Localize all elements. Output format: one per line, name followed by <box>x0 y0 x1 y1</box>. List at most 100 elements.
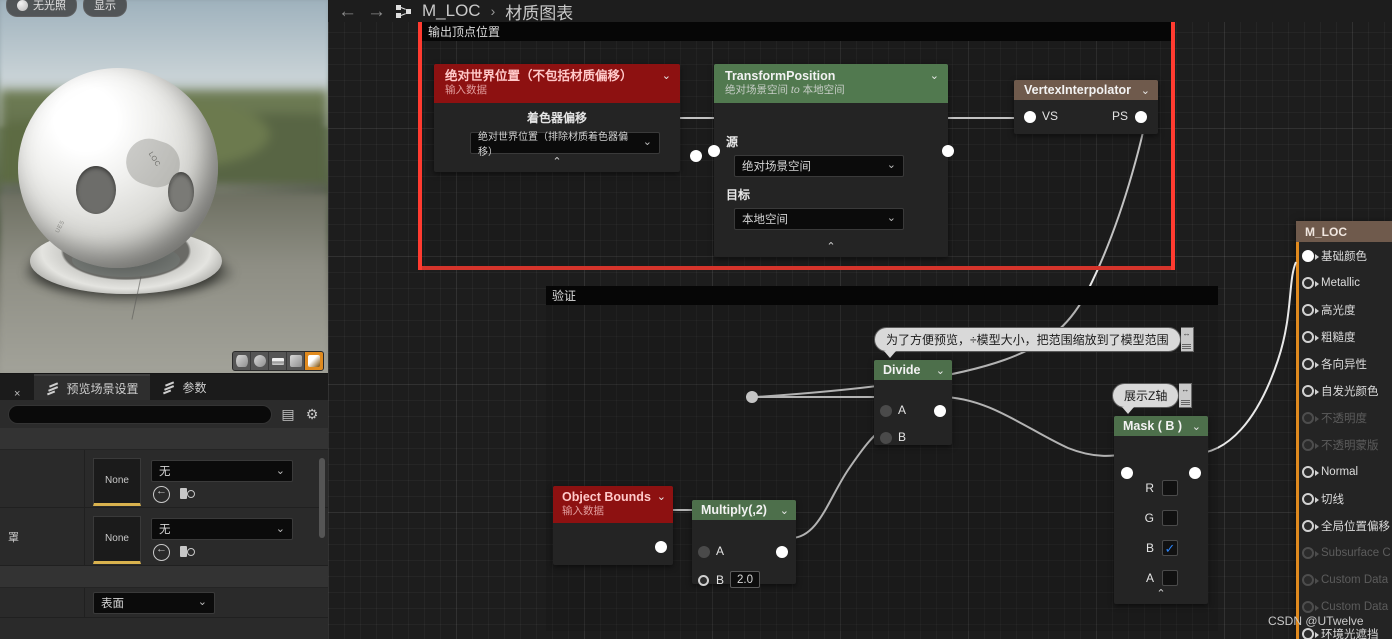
settings-gear-icon[interactable]: ⚙ <box>304 406 320 422</box>
mask-channel-row[interactable]: G <box>1144 510 1178 527</box>
material-node-title[interactable]: M_LOC <box>1296 221 1392 242</box>
viewport-show-button[interactable]: 显示 <box>83 0 127 17</box>
tab-preview-scene-settings[interactable]: 预览场景设置 <box>34 374 151 400</box>
material-pin-emissive-color[interactable]: 自发光颜色 <box>1296 377 1392 404</box>
material-preview-viewport[interactable]: LOC UE5 无光照 显示 <box>0 0 328 373</box>
pin-icon[interactable] <box>1302 276 1319 289</box>
material-pin-world-position-offset[interactable]: 全局位置偏移 <box>1296 512 1392 539</box>
pin-icon[interactable] <box>1302 519 1319 532</box>
multiply-output-pin[interactable] <box>776 546 788 559</box>
node-collapse-toggle[interactable]: ⌃ <box>1114 586 1208 604</box>
breadcrumb-asset[interactable]: M_LOC <box>422 1 481 21</box>
chevron-down-icon[interactable]: ⌄ <box>936 365 945 377</box>
close-icon[interactable]: × <box>0 388 34 400</box>
details-scrollbar[interactable] <box>319 458 325 538</box>
preview-shape-plane-button[interactable] <box>269 352 287 370</box>
material-pin-anisotropy[interactable]: 各向异性 <box>1296 350 1392 377</box>
bubble-text[interactable]: 为了方便预览，÷模型大小，把范围缩放到了模型范围 <box>874 327 1181 352</box>
pin-icon[interactable] <box>1302 330 1319 343</box>
pin-icon[interactable] <box>1302 384 1319 397</box>
source-combo[interactable]: 绝对场景空间 ⌄ <box>734 154 904 177</box>
chevron-down-icon[interactable]: ⌄ <box>930 71 939 82</box>
chevron-down-icon[interactable]: ⌄ <box>276 465 285 477</box>
asset-thumbnail[interactable]: None <box>93 457 141 506</box>
browse-asset-icon[interactable] <box>180 486 198 501</box>
grid-view-icon[interactable]: ▤ <box>280 406 296 422</box>
material-pin-metallic[interactable]: Metallic <box>1296 269 1392 296</box>
mask-channel-checkbox-r[interactable] <box>1162 480 1178 497</box>
divide-input-pin-a[interactable] <box>880 405 892 418</box>
material-pin-roughness[interactable]: 粗糙度 <box>1296 323 1392 350</box>
multiply-input-pin-a[interactable] <box>698 546 710 559</box>
asset-thumbnail[interactable]: None <box>93 515 141 564</box>
mask-channel-row[interactable]: R <box>1144 480 1178 497</box>
bubble-grip-handle[interactable]: ↔ <box>1179 383 1193 408</box>
node-vertex-interpolator[interactable]: VertexInterpolator ⌄ VS PS <box>1014 80 1158 135</box>
node-mask-b[interactable]: Mask ( B ) ⌄ R G B ✓ A ⌃ <box>1114 416 1208 605</box>
comment-title[interactable]: 输出顶点位置 <box>422 22 1171 41</box>
node-collapse-toggle[interactable]: ⌃ <box>714 239 948 257</box>
node-multiply[interactable]: Multiply(,2) ⌄ A B 2.0 <box>692 500 796 589</box>
node-output-pin-ps[interactable] <box>1135 111 1147 124</box>
mask-channel-checkbox-g[interactable] <box>1162 510 1178 527</box>
node-header[interactable]: Divide ⌄ <box>874 360 952 381</box>
pin-icon[interactable] <box>1302 249 1319 262</box>
mask-output-pin[interactable] <box>1189 467 1201 480</box>
node-absolute-world-position[interactable]: 绝对世界位置（不包括材质偏移） 输入数据 ⌄ 着色器偏移 绝对世界位置（排除材质… <box>434 64 702 172</box>
bubble-preview-note[interactable]: 为了方便预览，÷模型大小，把范围缩放到了模型范围 ↔ <box>874 327 1194 358</box>
object-bounds-output-pin[interactable] <box>655 540 667 553</box>
table-row[interactable]: 罩 None 无 ⌄ <box>0 508 328 566</box>
chevron-down-icon[interactable]: ⌄ <box>276 523 285 535</box>
chevron-down-icon[interactable]: ⌄ <box>643 137 652 148</box>
comment-title[interactable]: 验证 <box>546 286 1218 305</box>
chevron-down-icon[interactable]: ⌄ <box>887 213 896 224</box>
bubble-grip-handle[interactable]: ↔ <box>1180 327 1194 352</box>
bubble-text[interactable]: 展示Z轴 <box>1112 383 1180 408</box>
chevron-down-icon[interactable]: ⌄ <box>1192 421 1201 433</box>
tab-parameters[interactable]: 参数 <box>150 374 218 400</box>
material-pin-specular[interactable]: 高光度 <box>1296 296 1392 323</box>
breadcrumb-section[interactable]: 材质图表 <box>505 0 573 24</box>
asset-combo[interactable]: 无 ⌄ <box>151 460 293 482</box>
material-pin-tangent[interactable]: 切线 <box>1296 485 1392 512</box>
pin-icon[interactable] <box>1302 465 1319 478</box>
node-object-bounds[interactable]: Object Bounds 输入数据 ⌄ <box>553 486 673 565</box>
multiply-b-value-field[interactable]: 2.0 <box>730 571 760 589</box>
node-output-pin[interactable] <box>942 144 954 157</box>
table-row[interactable]: None 无 ⌄ <box>0 450 328 508</box>
chevron-down-icon[interactable]: ⌄ <box>780 505 789 517</box>
node-header[interactable]: 绝对世界位置（不包括材质偏移） 输入数据 ⌄ <box>434 64 680 103</box>
search-input[interactable] <box>8 404 272 424</box>
material-graph-canvas[interactable]: ← → M_LOC › 材质图表 输出顶点位置 验证 绝对世界位置（不包括材质偏… <box>328 0 1392 639</box>
node-input-pin[interactable] <box>708 144 720 157</box>
mask-channel-checkbox-b[interactable]: ✓ <box>1162 540 1178 557</box>
mask-channel-checkbox-a[interactable] <box>1162 570 1178 587</box>
divide-output-pin[interactable] <box>934 405 946 418</box>
table-row-surface[interactable]: 表面 ⌄ <box>0 587 328 618</box>
surface-combo[interactable]: 表面 ⌄ <box>93 591 215 614</box>
node-header[interactable]: VertexInterpolator ⌄ <box>1014 80 1158 101</box>
chevron-down-icon[interactable]: ⌄ <box>657 492 666 503</box>
use-selected-asset-icon[interactable] <box>153 485 170 503</box>
node-transform-position[interactable]: TransformPosition 绝对场景空间 to 本地空间 ⌄ 源 绝对场… <box>708 64 954 257</box>
pin-icon[interactable] <box>1302 492 1319 505</box>
pin-icon[interactable] <box>1302 627 1319 639</box>
bubble-show-z-axis[interactable]: 展示Z轴 ↔ <box>1112 383 1193 414</box>
node-divide[interactable]: Divide ⌄ A B <box>874 360 952 446</box>
details-section-header-2[interactable] <box>0 566 328 588</box>
divide-input-pin-b[interactable] <box>880 432 892 445</box>
node-input-pin-vs[interactable] <box>1024 111 1036 124</box>
node-output-pin[interactable] <box>690 149 702 162</box>
preview-shape-cube-button[interactable] <box>287 352 305 370</box>
preview-shape-cylinder-button[interactable] <box>233 352 251 370</box>
pin-icon[interactable] <box>1302 357 1319 370</box>
preview-shape-sphere-button[interactable] <box>251 352 269 370</box>
target-combo[interactable]: 本地空间 ⌄ <box>734 207 904 230</box>
details-section-header[interactable] <box>0 428 328 450</box>
chevron-down-icon[interactable]: ⌄ <box>887 160 896 171</box>
chevron-down-icon[interactable]: ⌄ <box>1141 85 1150 97</box>
mask-input-pin[interactable] <box>1121 467 1133 480</box>
pin-icon[interactable] <box>1302 303 1319 316</box>
node-material-output[interactable]: M_LOC 基础颜色 Metallic 高光度 粗糙度 各向异性 自发光颜色 不… <box>1296 221 1392 639</box>
chevron-down-icon[interactable]: ⌄ <box>198 597 207 608</box>
